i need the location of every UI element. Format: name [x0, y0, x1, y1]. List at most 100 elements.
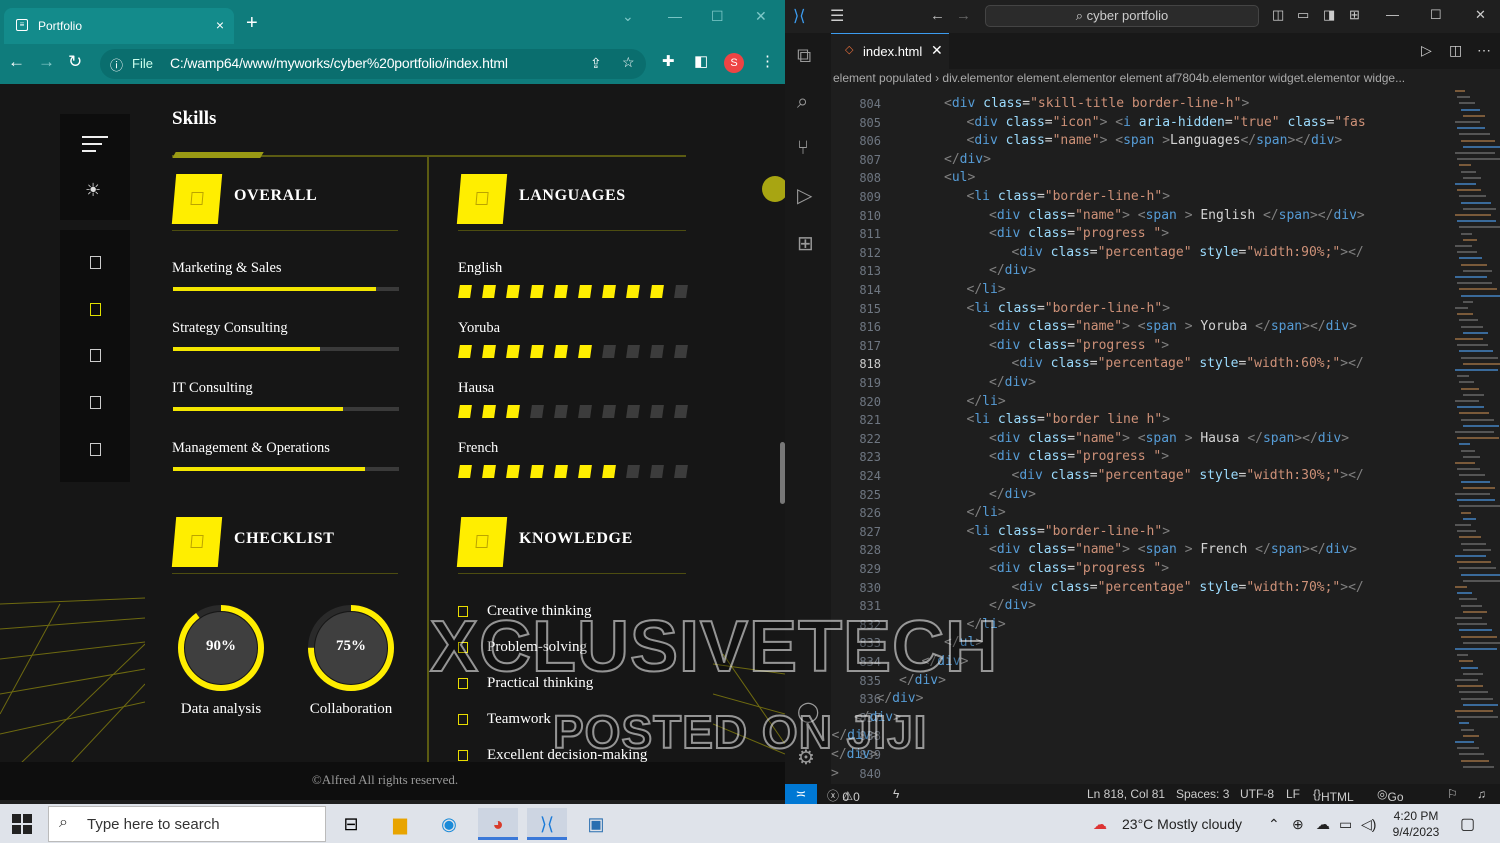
tab-close-icon[interactable]: ✕	[931, 42, 943, 59]
level-dot	[506, 465, 520, 478]
close-icon[interactable]: ✕	[1475, 7, 1486, 23]
menu-icon[interactable]: ☰	[830, 6, 844, 26]
indentation[interactable]: Spaces: 3	[1176, 787, 1229, 801]
notifications-bell-icon[interactable]: ♫	[1477, 787, 1486, 801]
search-icon[interactable]: ⌕	[797, 91, 808, 114]
start-windows-icon[interactable]	[12, 814, 32, 834]
tab-index-html[interactable]: ◇ index.html ✕	[831, 33, 949, 69]
weather-text[interactable]: 23°C Mostly cloudy	[1122, 816, 1242, 832]
side-panel-icon[interactable]: ◧	[694, 52, 708, 70]
extensions-icon[interactable]: ⊞	[797, 231, 814, 256]
remote-indicator-icon[interactable]: ≍	[785, 784, 817, 804]
volume-icon[interactable]: ◁)	[1361, 816, 1376, 833]
new-tab-button[interactable]: +	[246, 12, 258, 35]
theme-toggle-sun-icon[interactable]: ☀	[85, 180, 101, 201]
minimap-line	[1461, 449, 1475, 452]
breadcrumb[interactable]: element populated › div.elementor elemen…	[833, 71, 1493, 89]
nav-resume-icon[interactable]	[90, 349, 101, 362]
notifications-icon[interactable]: ▢	[1460, 814, 1475, 834]
language-mode[interactable]: {} HTML	[1313, 787, 1354, 804]
code-line: <div class="name"> <span > French </span…	[989, 542, 1357, 558]
photos-icon[interactable]: ▣	[576, 808, 616, 840]
minimap-line	[1461, 139, 1495, 142]
minimap-line	[1461, 108, 1480, 111]
nav-contact-icon[interactable]	[90, 443, 101, 456]
maximize-icon[interactable]: ☐	[1430, 7, 1442, 23]
browser-tab[interactable]: ≡ Portfolio ×	[4, 8, 234, 44]
address-bar[interactable]: ⓘ File C:/wamp64/www/myworks/cyber%20por…	[100, 49, 646, 79]
menu-kebab-icon[interactable]: ⋮	[760, 52, 775, 70]
tab-close-icon[interactable]: ×	[216, 17, 224, 33]
back-icon[interactable]: ←	[930, 7, 945, 24]
bookmark-star-icon[interactable]: ☆	[622, 54, 635, 71]
tab-search-icon[interactable]: ⌄	[622, 8, 634, 25]
url-text[interactable]: C:/wamp64/www/myworks/cyber%20portfolio/…	[170, 55, 508, 71]
split-editor-icon[interactable]: ◫	[1449, 42, 1462, 59]
battery-icon[interactable]: ▭	[1339, 816, 1352, 833]
language-level-dots	[458, 405, 688, 419]
task-view-icon[interactable]: ⊟	[331, 808, 371, 840]
minimap-line	[1457, 406, 1484, 409]
nav-home-icon[interactable]	[90, 256, 101, 269]
minimap-line	[1461, 201, 1491, 204]
problems-indicator[interactable]: ⓧ 0 ⚠ 0	[827, 787, 860, 804]
minimap-line	[1457, 592, 1472, 595]
info-icon[interactable]: ⓘ	[110, 55, 123, 74]
back-icon[interactable]: ←	[8, 52, 25, 72]
minimap-line	[1463, 703, 1498, 706]
minimap-line	[1463, 734, 1479, 737]
donut-chart: 75%	[306, 603, 396, 693]
run-debug-icon[interactable]: ▷	[797, 183, 812, 208]
minimize-icon[interactable]: —	[1386, 7, 1399, 22]
chrome-icon[interactable]: ◕	[478, 808, 518, 840]
edge-icon[interactable]: ◉	[429, 808, 469, 840]
cursor-position[interactable]: Ln 818, Col 81	[1087, 787, 1165, 801]
encoding[interactable]: UTF-8	[1240, 787, 1274, 801]
nav-skills-icon[interactable]	[90, 303, 101, 316]
weather-icon[interactable]: ☁	[1093, 816, 1107, 833]
scroll-to-top-button[interactable]	[762, 176, 785, 202]
lightning-icon[interactable]: ϟ	[893, 787, 899, 801]
minimap-line	[1463, 145, 1500, 148]
toggle-secondary-sidebar-icon[interactable]: ◨	[1323, 7, 1335, 23]
level-dot	[626, 285, 640, 298]
level-dot	[458, 405, 472, 418]
profile-avatar[interactable]: S	[724, 53, 744, 73]
line-number: 814	[859, 283, 881, 297]
minimap-line	[1463, 579, 1500, 582]
close-window-icon[interactable]: ✕	[755, 8, 767, 25]
forward-icon[interactable]: →	[38, 52, 55, 72]
minimap[interactable]	[1441, 90, 1500, 784]
toggle-sidebar-icon[interactable]: ◫	[1272, 7, 1284, 23]
more-actions-icon[interactable]: ⋯	[1477, 42, 1491, 59]
end-of-line[interactable]: LF	[1286, 787, 1300, 801]
minimap-line	[1455, 338, 1483, 340]
command-center-search[interactable]: ⌕ cyber portfolio	[985, 5, 1259, 27]
reload-icon[interactable]: ↻	[68, 52, 82, 72]
hamburger-menu-icon[interactable]	[82, 136, 108, 154]
minimap-line	[1463, 486, 1495, 489]
explorer-icon[interactable]: ⧉	[797, 45, 811, 68]
skill-name: Management & Operations	[172, 440, 330, 456]
language-name: Yoruba	[458, 320, 501, 336]
minimize-icon[interactable]: —	[668, 8, 682, 24]
customize-layout-icon[interactable]: ⊞	[1349, 7, 1360, 23]
share-icon[interactable]: ⇪	[590, 55, 602, 72]
divider	[172, 573, 398, 574]
run-icon[interactable]: ▷	[1421, 42, 1432, 59]
forward-icon[interactable]: →	[956, 7, 971, 24]
onedrive-icon[interactable]: ☁	[1316, 816, 1330, 833]
extensions-icon[interactable]: ✚	[662, 52, 675, 70]
source-control-icon[interactable]: ⑂	[797, 137, 809, 160]
taskbar-search[interactable]: ⌕ Type here to search	[48, 806, 326, 842]
go-live-button[interactable]: ◎ Go Live	[1377, 787, 1404, 804]
clock[interactable]: 4:20 PM 9/4/2023	[1388, 808, 1444, 840]
show-hidden-icons-icon[interactable]: ⌃	[1268, 816, 1280, 833]
toggle-panel-icon[interactable]: ▭	[1297, 7, 1309, 23]
vscode-taskbar-icon[interactable]: ⟩⟨	[527, 808, 567, 840]
feedback-icon[interactable]: ⚐	[1447, 787, 1458, 801]
maximize-icon[interactable]: ☐	[711, 8, 724, 25]
language-globe-icon[interactable]: ⊕	[1292, 816, 1304, 833]
file-explorer-icon[interactable]: ▆	[380, 808, 420, 840]
nav-works-icon[interactable]	[90, 396, 101, 409]
